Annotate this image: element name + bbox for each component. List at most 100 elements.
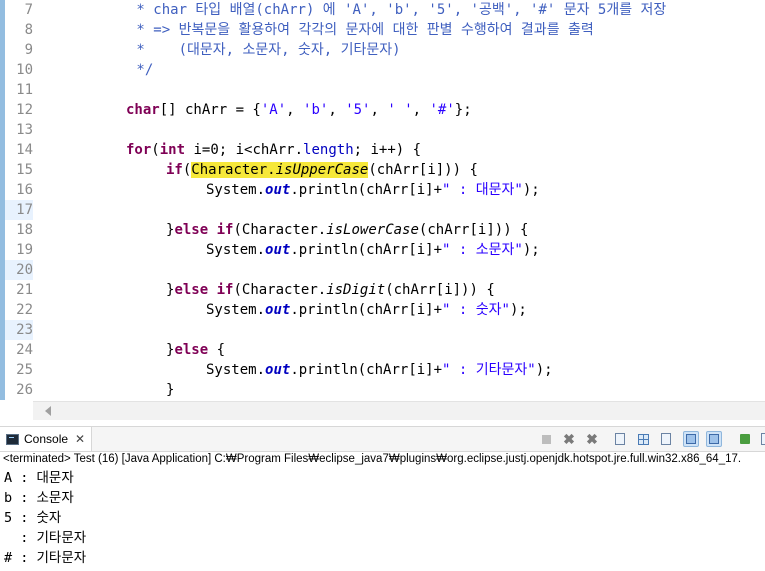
console-launch-status: <terminated> Test (16) [Java Application… (3, 453, 742, 465)
class-ref: Character. (191, 162, 276, 178)
code-line: }else if(Character.isDigit(chArr[i])) { (166, 282, 495, 298)
code-text: (chArr[i])) { (385, 282, 495, 298)
code-text: .println(chArr[i]+ (290, 362, 443, 378)
code-line: System.out.println(chArr[i]+" : 대문자"); (206, 180, 540, 200)
tab-label: Console (24, 432, 69, 446)
line-number: 13 (16, 122, 33, 138)
line-number: 7 (24, 2, 33, 18)
stdout-icon (686, 434, 696, 444)
clear-icon (615, 433, 625, 445)
code-text: ); (509, 302, 527, 318)
class-ref: Character. (241, 282, 327, 298)
field-ref: out (265, 302, 291, 318)
code-area[interactable]: * char 타입 배열(chArr) 에 'A', 'b', '5', '공백… (48, 0, 765, 400)
remove-all-icon: ✖ (586, 430, 598, 447)
word-wrap-button[interactable] (658, 431, 674, 447)
close-icon[interactable]: ✕ (75, 432, 85, 446)
terminate-button[interactable] (538, 431, 554, 447)
string-literal: '5' (345, 102, 371, 118)
scroll-lock-button[interactable] (635, 431, 651, 447)
field-ref: out (265, 242, 291, 258)
code-line: */ (128, 62, 154, 78)
clear-console-button[interactable] (612, 431, 628, 447)
line-number: 24 (16, 342, 33, 358)
pin-console-button[interactable] (737, 431, 753, 447)
code-line: char[] chArr = {'A', 'b', '5', ' ', '#'}… (126, 100, 472, 120)
console-icon (6, 433, 19, 445)
code-text: ); (522, 182, 540, 198)
string-literal: ' ' (387, 102, 413, 118)
line-number: 18 (16, 222, 33, 238)
occurrence-highlight: Character.isUpperCase (191, 162, 369, 178)
code-text: i=0; i<chArr. (185, 142, 304, 158)
line-number: 17 (5, 200, 33, 220)
code-editor[interactable]: 7 8 9 10 11 12 13 14 15 16 17 18 19 20 2… (0, 0, 765, 400)
field-ref: out (265, 362, 291, 378)
code-line: System.out.println(chArr[i]+" : 소문자"); (206, 240, 540, 260)
scroll-left-icon[interactable] (45, 406, 51, 416)
console-output-line: : 기타문자 (4, 530, 87, 546)
field-ref: length (303, 142, 354, 158)
keyword: int (159, 142, 186, 158)
code-line: * => 반복문을 활용하여 각각의 문자에 대한 판별 수행하여 결과를 출력 (128, 22, 594, 38)
class-ref: Character. (241, 222, 327, 238)
console-view-header: Console ✕ ✖ ✖ (0, 426, 765, 452)
console-output-line: # : 기타문자 (4, 550, 87, 566)
line-number-gutter: 7 8 9 10 11 12 13 14 15 16 17 18 19 20 2… (5, 0, 33, 400)
line-number: 23 (5, 320, 33, 340)
console-output-line: 5 : 숫자 (4, 510, 62, 526)
code-text: ); (522, 242, 540, 258)
code-text: , (412, 102, 430, 118)
show-on-stderr-button[interactable] (706, 431, 722, 447)
line-number: 26 (16, 382, 33, 398)
line-number: 21 (16, 282, 33, 298)
code-text: ; i++) { (353, 142, 422, 158)
field-ref: out (265, 182, 291, 198)
line-number: 10 (16, 62, 33, 78)
stderr-icon (709, 434, 719, 444)
keyword: for (126, 142, 152, 158)
line-number: 14 (16, 142, 33, 158)
horizontal-scrollbar[interactable] (33, 401, 765, 420)
line-number: 20 (5, 260, 33, 280)
keyword: if (216, 282, 234, 298)
remove-launch-button[interactable]: ✖ (561, 431, 577, 447)
tab-console[interactable]: Console ✕ (0, 427, 93, 451)
console-output[interactable]: A : 대문자 b : 소문자 5 : 숫자 : 기타문자 # : 기타문자 (0, 468, 765, 568)
code-text: , (328, 102, 346, 118)
code-text: , (286, 102, 304, 118)
code-line: }else if(Character.isLowerCase(chArr[i])… (166, 222, 529, 238)
code-text: System. (206, 182, 266, 198)
remove-icon: ✖ (563, 430, 575, 447)
stop-icon (541, 434, 551, 444)
code-line: }else { (166, 340, 225, 360)
code-line: System.out.println(chArr[i]+" : 숫자"); (206, 300, 527, 320)
code-text: System. (206, 302, 266, 318)
display-console-button[interactable] (758, 431, 765, 447)
show-on-stdout-button[interactable] (683, 431, 699, 447)
method-ref: isUpperCase (275, 162, 369, 178)
code-text: { (208, 342, 226, 358)
line-number: 15 (16, 162, 33, 178)
line-number: 22 (16, 302, 33, 318)
pin-icon (740, 434, 750, 444)
code-line: } (166, 382, 175, 398)
string-literal: 'b' (303, 102, 329, 118)
code-line: if(Character.isUpperCase(chArr[i])) { (166, 162, 478, 178)
code-text: .println(chArr[i]+ (290, 242, 443, 258)
code-text: (chArr[i])) { (368, 162, 478, 178)
string-literal: " : 숫자" (442, 302, 510, 318)
keyword: char (126, 102, 160, 118)
line-number: 11 (16, 82, 33, 98)
code-line: for(int i=0; i<chArr.length; i++) { (126, 140, 421, 160)
remove-all-terminated-button[interactable]: ✖ (584, 431, 600, 447)
string-literal: 'A' (260, 102, 287, 118)
code-text: ); (535, 362, 553, 378)
keyword: if (166, 162, 183, 178)
code-text: (chArr[i])) { (418, 222, 529, 238)
line-number: 19 (16, 242, 33, 258)
word-wrap-icon (661, 433, 671, 445)
string-literal: " : 소문자" (442, 242, 523, 258)
code-text: System. (206, 362, 266, 378)
code-line: * (대문자, 소문자, 숫자, 기타문자) (128, 42, 401, 58)
